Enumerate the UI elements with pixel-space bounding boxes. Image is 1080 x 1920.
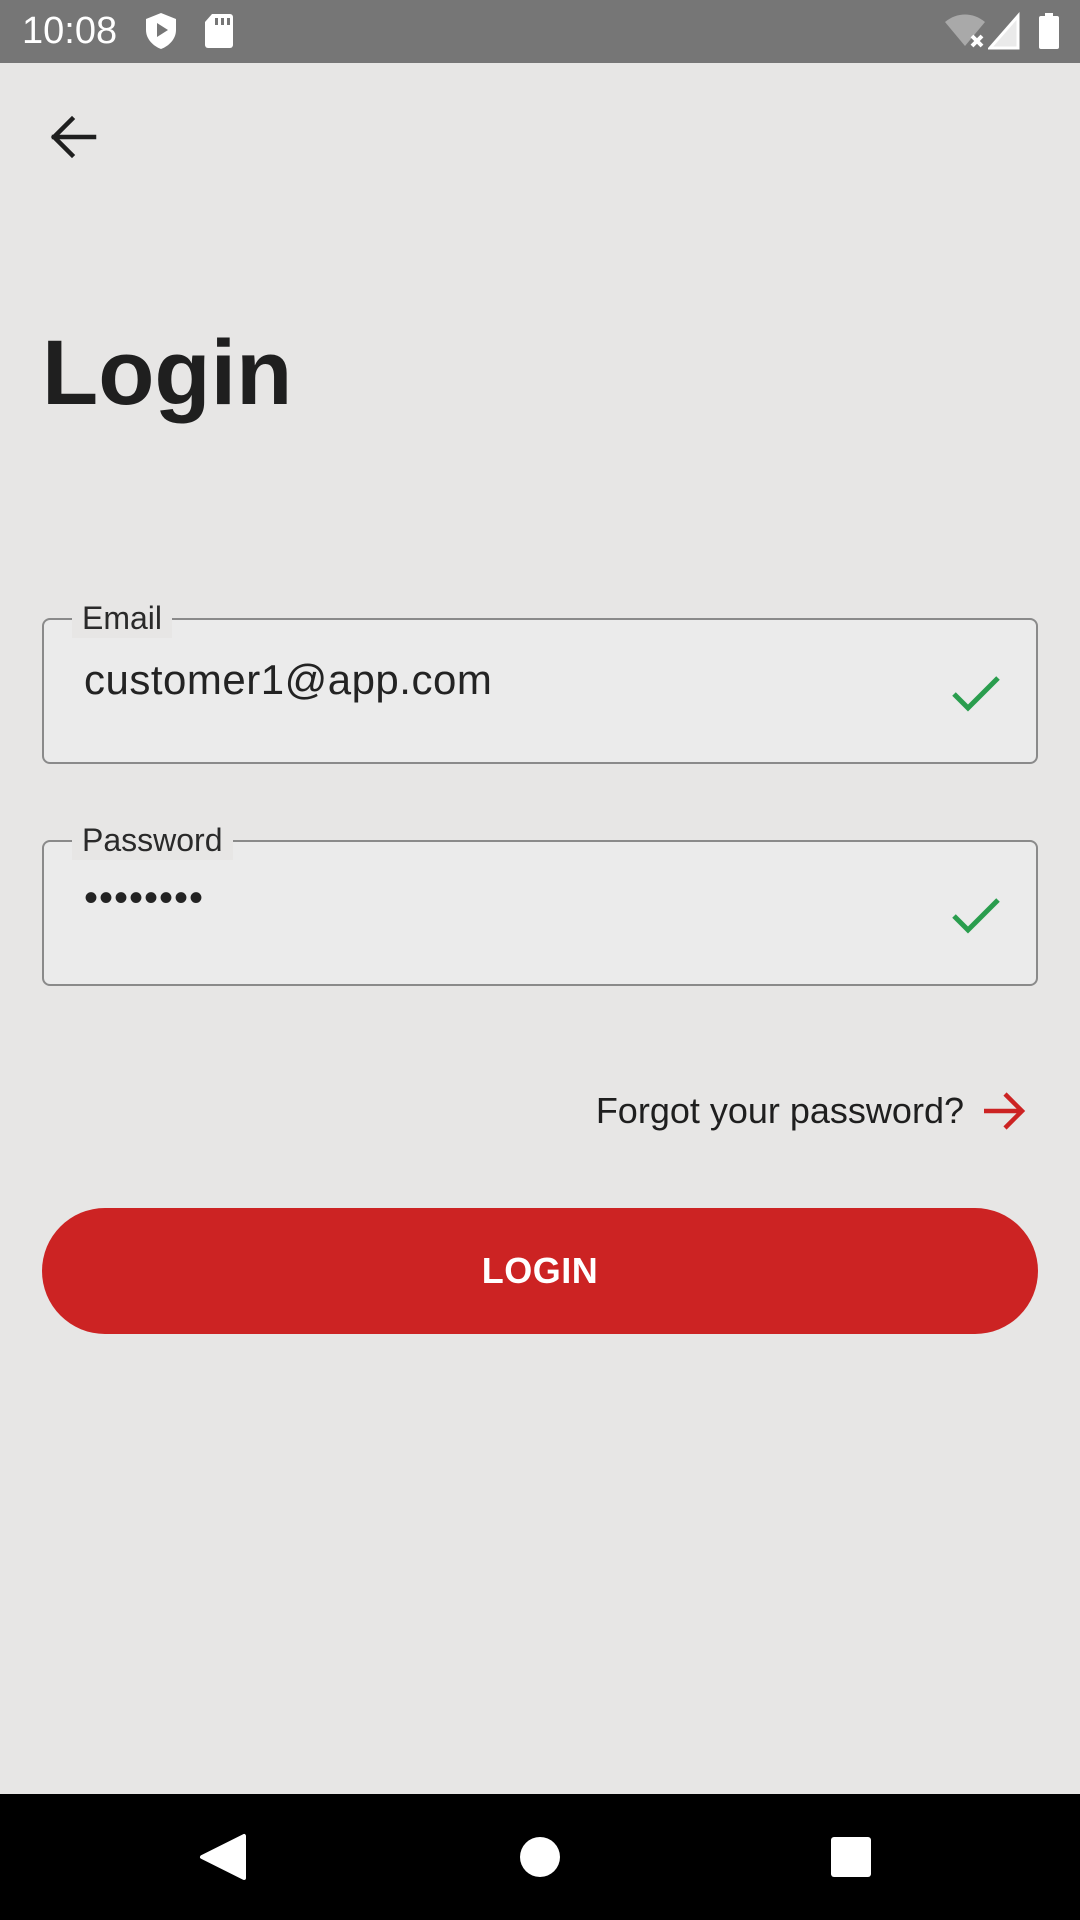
- email-field[interactable]: Email customer1@app.com: [42, 598, 1038, 764]
- sd-card-icon: [205, 14, 233, 48]
- navigation-bar: [0, 1794, 1080, 1920]
- check-icon: [952, 676, 1000, 712]
- home-nav-icon[interactable]: [507, 1824, 573, 1890]
- email-label: Email: [72, 598, 173, 638]
- status-time: 10:08: [22, 10, 118, 52]
- forgot-password-link[interactable]: Forgot your password?: [596, 1076, 1028, 1146]
- password-value[interactable]: ••••••••: [84, 872, 204, 924]
- shield-play-icon: [146, 13, 176, 49]
- status-bar: 10:08: [0, 0, 1080, 63]
- recents-nav-icon[interactable]: [818, 1824, 884, 1890]
- wifi-off-icon: [945, 14, 985, 48]
- email-value[interactable]: customer1@app.com: [84, 654, 492, 706]
- back-button[interactable]: [36, 100, 110, 174]
- password-field[interactable]: Password ••••••••: [42, 820, 1038, 986]
- login-button-label: LOGIN: [481, 1250, 599, 1291]
- login-screen: 10:08 Login Email customer1@app.com Pass…: [0, 0, 1080, 1920]
- forgot-password-label: Forgot your password?: [595, 1090, 964, 1131]
- battery-icon: [1039, 13, 1059, 49]
- login-button[interactable]: LOGIN: [42, 1208, 1038, 1334]
- page-title: Login: [42, 322, 293, 424]
- back-arrow-icon: [50, 115, 97, 159]
- signal-icon: [988, 12, 1020, 50]
- password-label: Password: [72, 820, 233, 860]
- arrow-right-icon: [984, 1092, 1026, 1130]
- check-icon: [952, 898, 1000, 934]
- back-nav-icon[interactable]: [190, 1824, 256, 1890]
